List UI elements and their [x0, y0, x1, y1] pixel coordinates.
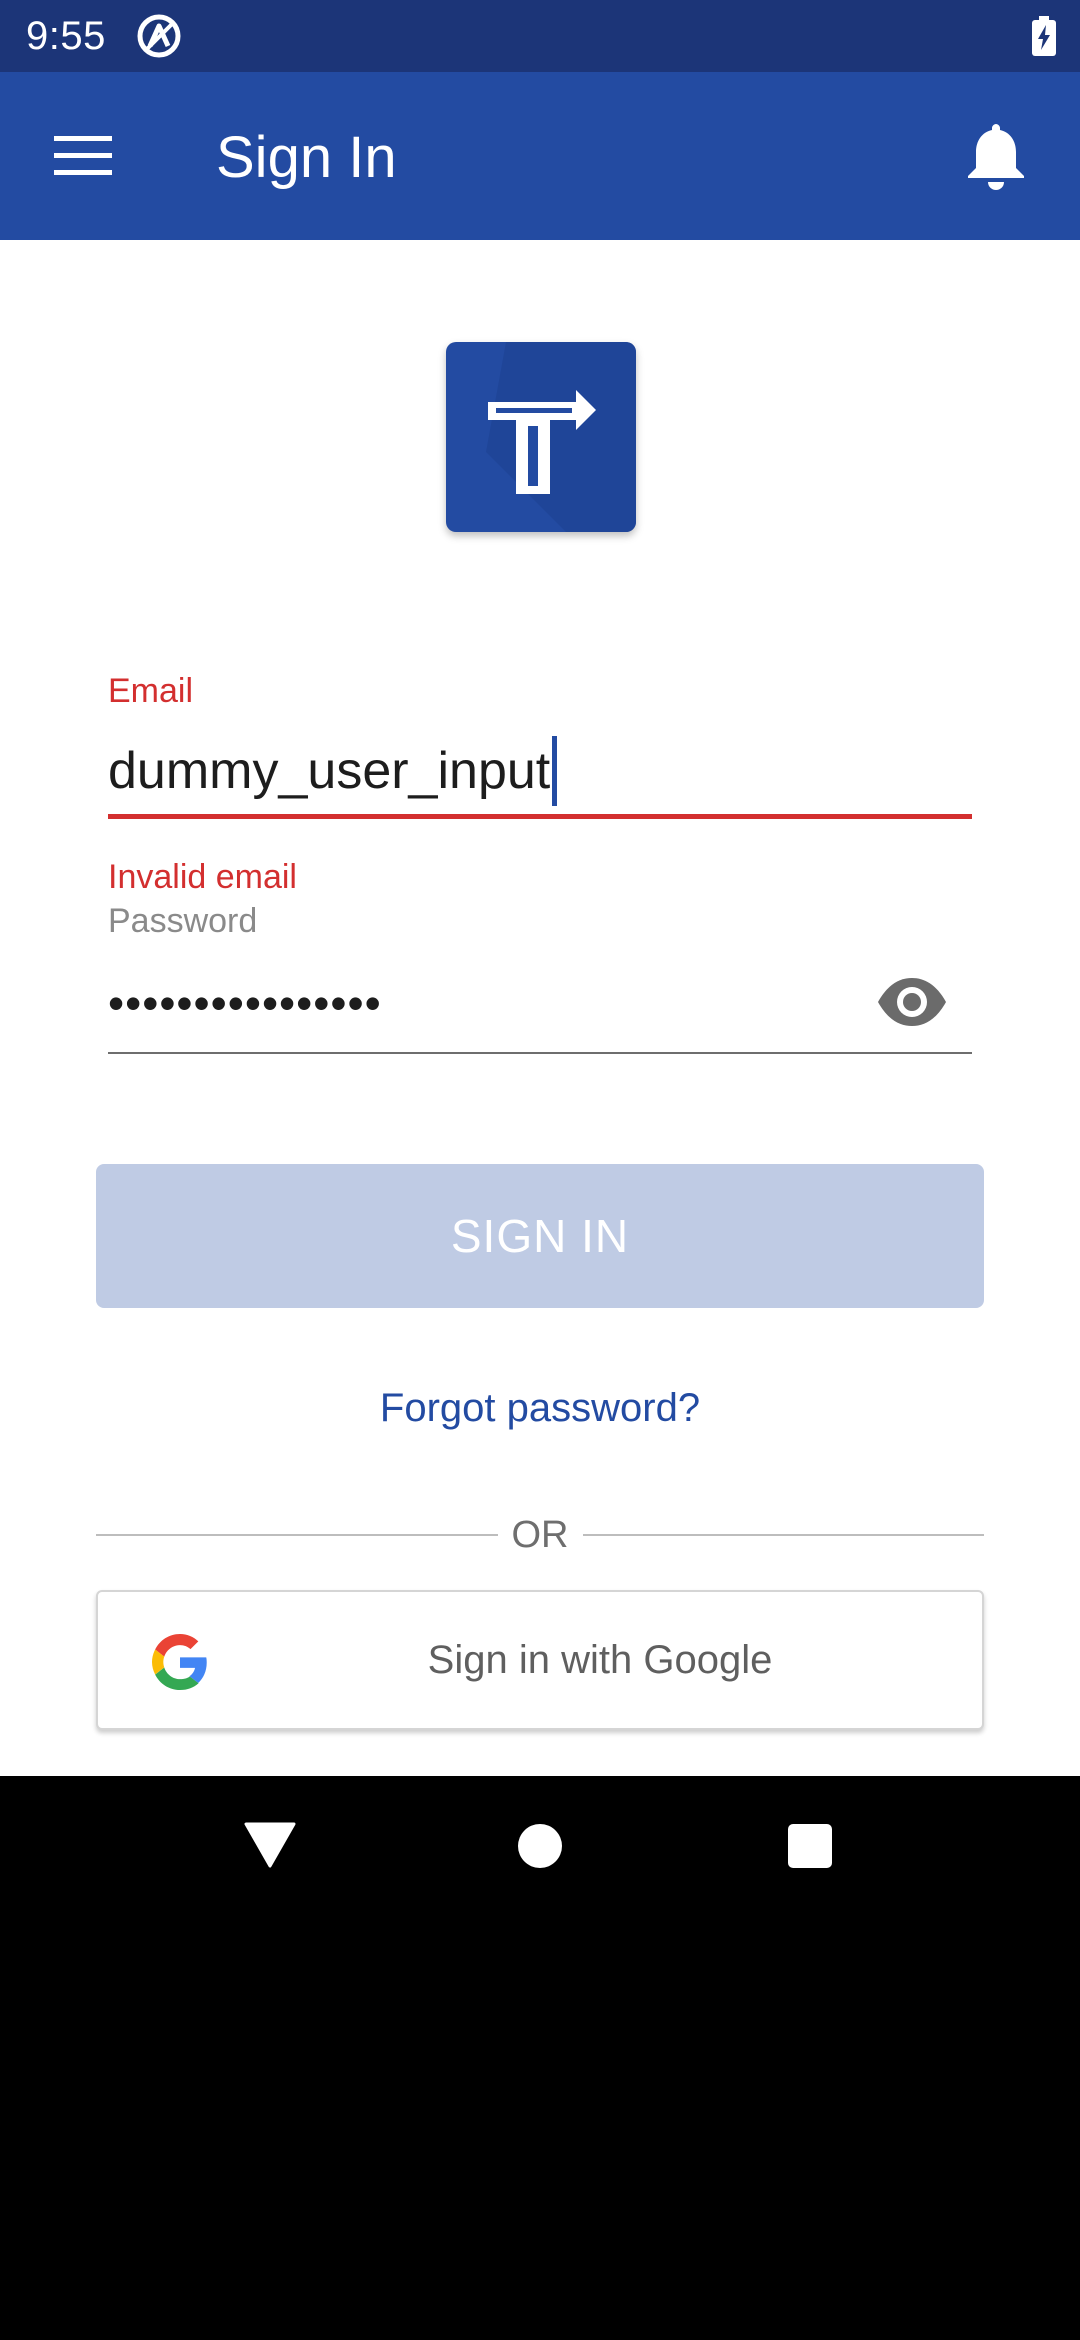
password-field[interactable]: ••••••••••••••••	[108, 976, 382, 1030]
triangle-back-icon[interactable]	[244, 1822, 296, 1868]
signin-form-container: Email dummy_user_input Invalid email Pas…	[0, 240, 1080, 1776]
hamburger-menu-icon[interactable]	[54, 134, 114, 178]
battery-charging-icon	[1032, 16, 1056, 56]
email-underline	[108, 814, 972, 819]
screen: 9:55 Sign In Email dummy_user_input Inva…	[0, 0, 1080, 2340]
email-field-value: dummy_user_input	[108, 742, 551, 800]
bell-icon[interactable]	[964, 120, 1028, 192]
text-cursor	[552, 736, 558, 806]
or-divider: OR	[96, 1510, 984, 1560]
sign-in-button[interactable]: SIGN IN	[96, 1164, 984, 1308]
eye-icon[interactable]	[876, 976, 948, 1028]
vpn-a-icon	[136, 13, 182, 59]
email-field[interactable]: dummy_user_input	[108, 736, 558, 806]
status-bar: 9:55	[0, 0, 1080, 72]
google-sign-in-button[interactable]: Sign in with Google	[96, 1590, 984, 1730]
status-time: 9:55	[26, 13, 106, 58]
system-nav-bar	[0, 1776, 1080, 1920]
square-recents-icon[interactable]	[788, 1824, 832, 1868]
divider-line-right	[582, 1534, 984, 1536]
circle-home-icon[interactable]	[518, 1824, 562, 1868]
password-label: Password	[108, 902, 258, 940]
app-logo-t-arrow-icon	[446, 342, 636, 532]
page-title: Sign In	[216, 125, 397, 190]
email-error-text: Invalid email	[108, 858, 297, 896]
app-bar: Sign In	[0, 72, 1080, 240]
forgot-password-link[interactable]: Forgot password?	[0, 1386, 1080, 1431]
password-underline	[108, 1052, 972, 1054]
email-label: Email	[108, 672, 194, 710]
google-sign-in-label: Sign in with Google	[427, 1638, 773, 1682]
divider-line-left	[96, 1534, 498, 1536]
or-text: OR	[511, 1513, 569, 1556]
